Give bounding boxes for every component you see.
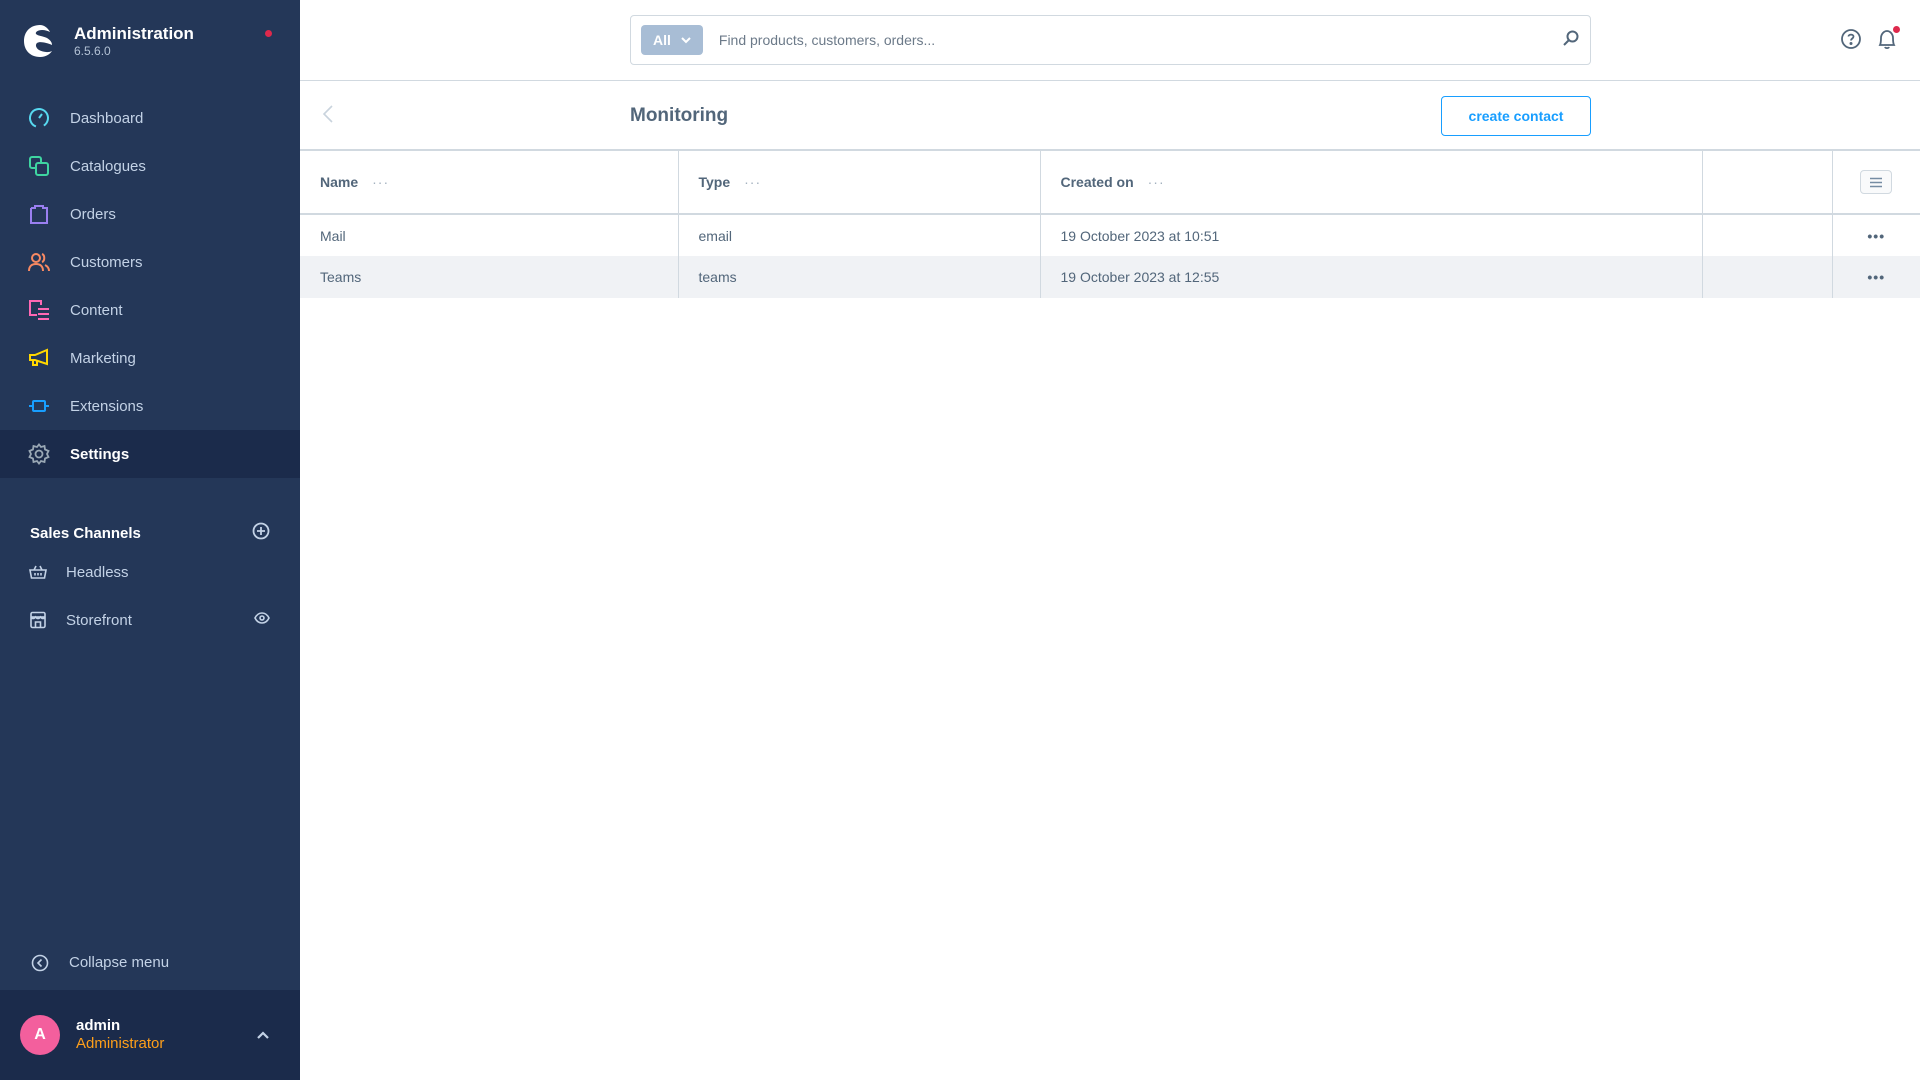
sales-channel-storefront[interactable]: Storefront [0, 596, 300, 644]
column-header-name[interactable]: Name ··· [300, 151, 679, 215]
column-options-icon[interactable]: ··· [744, 174, 761, 190]
sidebar-item-label: Content [70, 301, 123, 319]
column-settings-button[interactable] [1860, 170, 1893, 194]
global-search: All [630, 15, 1591, 65]
sidebar-item-label: Customers [70, 253, 143, 271]
cell-created-on: 19 October 2023 at 12:55 [1040, 256, 1703, 298]
column-label: Created on [1060, 174, 1134, 190]
status-dot [265, 30, 272, 37]
cell-empty [1702, 256, 1833, 298]
customers-icon [28, 251, 50, 273]
help-button[interactable] [1840, 28, 1862, 55]
column-header-type[interactable]: Type ··· [678, 151, 1041, 215]
search-type-dropdown[interactable]: All [641, 25, 703, 55]
sidebar-item-label: Settings [70, 445, 130, 463]
sidebar-item-marketing[interactable]: Marketing [0, 334, 300, 382]
brand: Administration 6.5.6.0 [0, 0, 300, 82]
storefront-icon [29, 611, 47, 629]
chevron-left-icon [322, 105, 333, 123]
sales-channels-header: Sales Channels [0, 518, 300, 548]
eye-icon [254, 612, 270, 624]
sidebar-item-label: Dashboard [70, 109, 144, 127]
orders-icon [28, 203, 50, 225]
column-settings-cell [1832, 151, 1920, 215]
page-header: Monitoring create contact [300, 81, 1920, 151]
sidebar-item-content[interactable]: Content [0, 286, 300, 334]
cell-empty [1702, 214, 1833, 256]
chevron-down-icon [681, 36, 691, 43]
sidebar-item-settings[interactable]: Settings [0, 430, 300, 478]
app-version: 6.5.6.0 [74, 44, 111, 58]
row-actions-button[interactable]: ••• [1867, 269, 1885, 285]
row-actions-button[interactable]: ••• [1867, 228, 1885, 244]
page-title: Monitoring [630, 105, 729, 126]
collapse-menu-button[interactable]: Collapse menu [0, 935, 300, 990]
cell-name: Teams [300, 256, 679, 298]
catalogues-icon [28, 155, 50, 177]
sidebar-item-label: Orders [70, 205, 116, 223]
main-nav: Dashboard Catalogues Orders Customers Co… [0, 94, 300, 478]
sales-channel-headless[interactable]: Headless [0, 548, 300, 596]
sales-channels-title: Sales Channels [30, 524, 141, 542]
column-options-icon[interactable]: ··· [1148, 174, 1165, 190]
cell-type: email [678, 214, 1041, 256]
search-button[interactable] [1562, 29, 1580, 52]
settings-icon [28, 443, 50, 465]
user-menu[interactable]: A admin Administrator [0, 990, 300, 1080]
cell-name: Mail [300, 214, 679, 256]
dashboard-icon [28, 107, 50, 129]
cell-type: teams [678, 256, 1041, 298]
back-button[interactable] [322, 104, 334, 129]
table-header-row: Name ··· Type ··· Created on ··· [300, 151, 1920, 215]
plus-circle-icon [252, 522, 270, 539]
shopware-logo-icon [24, 25, 52, 57]
search-icon [1563, 30, 1579, 46]
column-header-created-on[interactable]: Created on ··· [1040, 151, 1703, 215]
notifications-button[interactable] [1876, 26, 1900, 55]
sidebar-item-label: Catalogues [70, 157, 146, 175]
collapse-menu-label: Collapse menu [69, 954, 170, 971]
storefront-visibility-button[interactable] [254, 611, 270, 629]
column-header-empty [1702, 151, 1833, 215]
contacts-table: Name ··· Type ··· Created on ··· Mail email… [300, 151, 1920, 298]
cell-actions: ••• [1832, 256, 1920, 298]
help-icon [1841, 29, 1861, 49]
column-label: Name [320, 174, 359, 190]
cell-created-on: 19 October 2023 at 10:51 [1040, 214, 1703, 256]
table-row[interactable]: Mail email 19 October 2023 at 10:51 ••• [300, 214, 1920, 256]
user-name: admin [76, 1017, 121, 1034]
marketing-icon [28, 347, 50, 369]
cell-actions: ••• [1832, 214, 1920, 256]
sidebar-item-orders[interactable]: Orders [0, 190, 300, 238]
notification-badge [1893, 26, 1900, 33]
sales-channel-label: Headless [66, 563, 129, 581]
list-icon [1870, 177, 1883, 187]
top-bar: All [300, 0, 1920, 81]
sidebar-item-dashboard[interactable]: Dashboard [0, 94, 300, 142]
chevron-up-icon [257, 1031, 269, 1039]
extensions-icon [28, 395, 50, 417]
avatar: A [20, 1015, 60, 1055]
main-content: All Monitori [300, 0, 1920, 1080]
search-type-label: All [653, 32, 671, 48]
sales-channel-label: Storefront [66, 611, 132, 629]
sidebar-item-customers[interactable]: Customers [0, 238, 300, 286]
create-contact-button[interactable]: create contact [1441, 96, 1591, 136]
table-row[interactable]: Teams teams 19 October 2023 at 12:55 ••• [300, 256, 1920, 298]
user-role: Administrator [76, 1035, 165, 1052]
sidebar-item-label: Extensions [70, 397, 144, 415]
column-options-icon[interactable]: ··· [372, 174, 389, 190]
sidebar-item-extensions[interactable]: Extensions [0, 382, 300, 430]
top-actions [1840, 26, 1900, 55]
add-sales-channel-button[interactable] [252, 522, 270, 545]
search-input[interactable] [718, 32, 1562, 48]
column-label: Type [698, 174, 731, 190]
sidebar: Administration 6.5.6.0 Dashboard Catalog… [0, 0, 300, 1080]
app-title: Administration [74, 24, 194, 43]
chevron-left-circle-icon [31, 954, 49, 971]
content-icon [28, 299, 50, 321]
basket-icon [29, 563, 47, 581]
sidebar-item-label: Marketing [70, 349, 136, 367]
sidebar-item-catalogues[interactable]: Catalogues [0, 142, 300, 190]
